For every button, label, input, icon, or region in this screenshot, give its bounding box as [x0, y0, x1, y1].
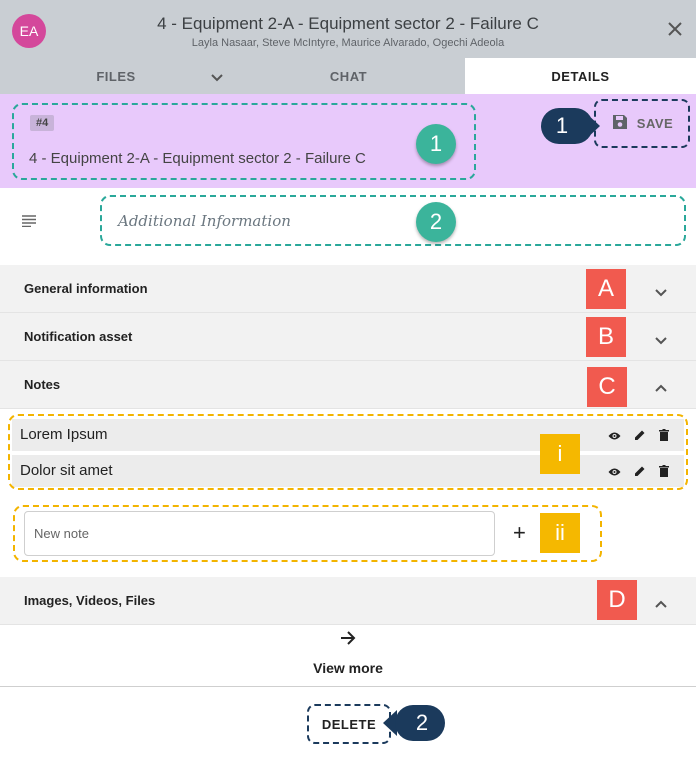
participants-list: Layla Nasaar, Steve McIntyre, Maurice Al… — [191, 37, 505, 49]
notification-title[interactable]: 4 - Equipment 2-A - Equipment sector 2 -… — [29, 150, 366, 167]
tab-files[interactable]: FILES — [0, 58, 232, 94]
section-notes-label: Notes — [24, 377, 61, 392]
add-note-button[interactable]: + — [513, 520, 526, 546]
dialog-title: 4 - Equipment 2-A - Equipment sector 2 -… — [157, 14, 539, 33]
annotation-marker-a: A — [586, 269, 626, 309]
annotation-marker-ii: ii — [540, 513, 580, 553]
annotation-pin-delete: 2 — [395, 705, 445, 741]
chevron-down-icon[interactable] — [654, 333, 668, 351]
annotation-title-highlight — [12, 103, 476, 180]
chevron-down-icon[interactable] — [210, 70, 224, 88]
annotation-marker-d: D — [597, 580, 637, 620]
annotation-marker-b: B — [586, 317, 626, 357]
arrow-right-icon[interactable] — [338, 628, 358, 653]
notification-number-badge: #4 — [30, 115, 55, 131]
tab-details-label: DETAILS — [551, 68, 610, 84]
tab-details[interactable]: DETAILS — [465, 58, 696, 94]
dialog-header: EA 4 - Equipment 2-A - Equipment sector … — [0, 0, 696, 94]
chevron-down-icon[interactable] — [654, 285, 668, 303]
section-notification-asset-label: Notification asset — [24, 329, 133, 344]
tab-chat-label: CHAT — [329, 68, 368, 84]
view-more-link[interactable]: View more — [0, 660, 696, 676]
section-general-information-label: General information — [24, 281, 148, 296]
annotation-marker-i: i — [540, 434, 580, 474]
annotation-marker-2: 2 — [416, 202, 456, 242]
annotation-pin-save-label: 1 — [555, 113, 569, 138]
section-images-videos-files-label: Images, Videos, Files — [24, 593, 156, 608]
tab-bar: FILES CHAT DETAILS — [0, 58, 696, 94]
annotation-notes-list-highlight — [8, 414, 688, 490]
save-button[interactable]: SAVE — [594, 99, 690, 148]
annotation-marker-1: 1 — [416, 124, 456, 164]
annotation-marker-c: C — [587, 367, 627, 407]
save-icon — [611, 113, 629, 134]
save-label: SAVE — [636, 116, 674, 131]
annotation-pin-delete-label: 2 — [415, 710, 429, 735]
delete-button[interactable]: DELETE — [307, 704, 391, 744]
additional-information-placeholder: Additional Information — [118, 212, 291, 230]
chevron-up-icon[interactable] — [654, 596, 668, 614]
delete-label: DELETE — [321, 716, 377, 732]
new-note-field[interactable] — [24, 511, 495, 556]
tab-files-label: FILES — [96, 68, 136, 84]
tab-chat[interactable]: CHAT — [232, 58, 465, 94]
notes-lines-icon — [22, 214, 36, 232]
divider — [0, 686, 696, 687]
new-note-input[interactable] — [25, 512, 494, 555]
close-icon[interactable] — [666, 20, 684, 38]
chevron-up-icon[interactable] — [654, 380, 668, 398]
section-images-videos-files[interactable]: Images, Videos, Files — [0, 577, 696, 625]
